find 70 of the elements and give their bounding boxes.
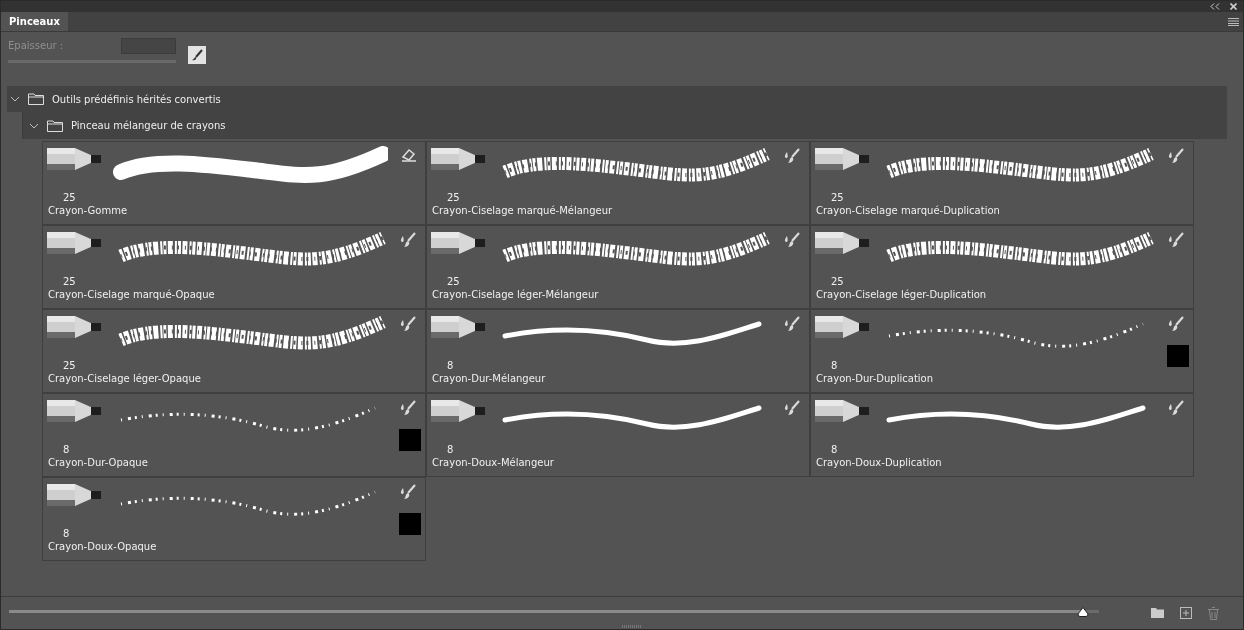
brush-name: Crayon-Dur-Opaque bbox=[48, 457, 149, 468]
brush-preset[interactable]: 25 Crayon-Ciselage marqué-Opaque bbox=[42, 225, 426, 309]
brush-size: 8 bbox=[831, 444, 838, 455]
brush-preset[interactable]: 8 Crayon-Doux-Opaque bbox=[42, 477, 426, 561]
slider-thumb[interactable] bbox=[1076, 606, 1089, 617]
brush-settings-button[interactable] bbox=[188, 46, 206, 64]
brush-name: Crayon-Doux-Opaque bbox=[48, 541, 158, 552]
mixer-brush-icon bbox=[1167, 316, 1185, 332]
brush-size: 25 bbox=[447, 276, 460, 287]
brush-preset[interactable]: 8 Crayon-Dur-Duplication bbox=[810, 309, 1194, 393]
brush-size: 25 bbox=[831, 192, 844, 203]
mixer-brush-icon bbox=[1167, 148, 1185, 164]
close-icon[interactable] bbox=[1230, 3, 1237, 10]
brush-name: Crayon-Doux-Mélangeur bbox=[432, 457, 555, 468]
brush-preset[interactable]: 25 Crayon-Ciselage léger-Opaque bbox=[42, 309, 426, 393]
new-preset-icon[interactable] bbox=[1180, 607, 1192, 619]
brush-name: Crayon-Doux-Duplication bbox=[816, 457, 943, 468]
mixer-brush-icon bbox=[783, 232, 801, 248]
brush-name: Crayon-Ciselage léger-Mélangeur bbox=[432, 289, 600, 300]
brush-preset[interactable]: 8 Crayon-Dur-Mélangeur bbox=[426, 309, 810, 393]
folder-icon bbox=[28, 93, 44, 105]
brush-size: 25 bbox=[63, 192, 76, 203]
mixer-brush-icon bbox=[399, 232, 417, 248]
mixer-brush-icon bbox=[399, 400, 417, 416]
folder-name: Pinceau mélangeur de crayons bbox=[71, 120, 226, 131]
brush-preset[interactable]: 25 Crayon-Ciselage marqué-Mélangeur bbox=[426, 141, 810, 225]
brush-preset[interactable]: 8 Crayon-Doux-Duplication bbox=[810, 393, 1194, 477]
brush-size: 25 bbox=[831, 276, 844, 287]
brush-size: 8 bbox=[447, 360, 454, 371]
mixer-brush-icon bbox=[783, 148, 801, 164]
brush-name: Crayon-Ciselage léger-Opaque bbox=[48, 373, 202, 384]
folder-row[interactable]: Pinceau mélangeur de crayons bbox=[22, 112, 1227, 139]
brush-name: Crayon-Dur-Mélangeur bbox=[432, 373, 547, 384]
brush-size: 25 bbox=[447, 192, 460, 203]
folder-icon bbox=[47, 119, 63, 132]
folder-row[interactable]: Outils prédéfinis hérités convertis bbox=[7, 86, 1227, 112]
mixer-brush-icon bbox=[399, 484, 417, 500]
brush-size: 8 bbox=[831, 360, 838, 371]
brush-size: 8 bbox=[63, 528, 70, 539]
brush-preset[interactable]: 25 Crayon-Ciselage léger-Duplication bbox=[810, 225, 1194, 309]
brush-size: 25 bbox=[63, 276, 76, 287]
brush-name: Crayon-Ciselage marqué-Mélangeur bbox=[432, 205, 614, 216]
brush-preset[interactable]: 25 Crayon-Gomme bbox=[42, 141, 426, 225]
brush-name: Crayon-Gomme bbox=[48, 205, 129, 216]
eraser-icon bbox=[401, 148, 417, 162]
brush-name: Crayon-Ciselage marqué-Duplication bbox=[816, 205, 1001, 216]
brush-icon bbox=[191, 49, 203, 61]
panel-tab[interactable]: Pinceaux bbox=[1, 12, 68, 31]
mixer-brush-icon bbox=[1167, 400, 1185, 416]
menu-icon[interactable] bbox=[1228, 17, 1239, 26]
mixer-brush-icon bbox=[399, 316, 417, 332]
mixer-brush-icon bbox=[783, 316, 801, 332]
brush-preset[interactable]: 25 Crayon-Ciselage léger-Mélangeur bbox=[426, 225, 810, 309]
collapse-panel-icon[interactable] bbox=[1210, 3, 1220, 10]
mixer-brush-icon bbox=[1167, 232, 1185, 248]
new-folder-icon[interactable] bbox=[1151, 608, 1164, 618]
brush-size: 25 bbox=[63, 360, 76, 371]
brush-size: 8 bbox=[447, 444, 454, 455]
brush-name: Crayon-Dur-Duplication bbox=[816, 373, 935, 384]
brush-preset[interactable]: 8 Crayon-Dur-Opaque bbox=[42, 393, 426, 477]
mixer-brush-icon bbox=[783, 400, 801, 416]
chevron-down-icon[interactable] bbox=[10, 95, 20, 103]
folder-name: Outils prédéfinis hérités convertis bbox=[52, 93, 221, 105]
brush-preset[interactable]: 25 Crayon-Ciselage marqué-Duplication bbox=[810, 141, 1194, 225]
brush-name: Crayon-Ciselage marqué-Opaque bbox=[48, 289, 216, 300]
chevron-down-icon[interactable] bbox=[29, 121, 39, 130]
brush-size: 8 bbox=[63, 444, 70, 455]
brush-preset[interactable]: 8 Crayon-Doux-Mélangeur bbox=[426, 393, 810, 477]
brush-name: Crayon-Ciselage léger-Duplication bbox=[816, 289, 988, 300]
thickness-label: Epaisseur : bbox=[8, 40, 64, 53]
